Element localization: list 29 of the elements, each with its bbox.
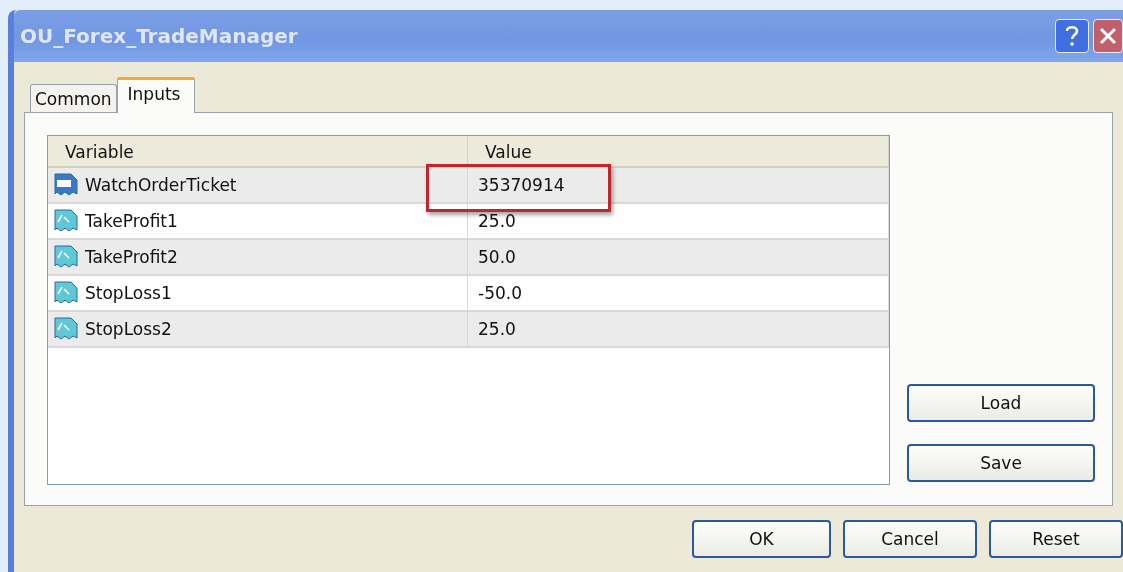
column-header[interactable]: Value bbox=[468, 136, 889, 166]
window-title: OU_Forex_TradeManager bbox=[20, 24, 299, 48]
variable-value: -50.0 bbox=[478, 283, 522, 303]
variable-name: StopLoss2 bbox=[85, 319, 172, 339]
fraction-type-icon bbox=[53, 280, 79, 306]
tab[interactable]: Common bbox=[30, 84, 117, 112]
dialog-button[interactable]: OK bbox=[692, 520, 831, 558]
variable-name: WatchOrderTicket bbox=[85, 175, 237, 195]
fraction-type-icon bbox=[53, 208, 79, 234]
variable-name: TakeProfit1 bbox=[85, 211, 178, 231]
dialog-button[interactable]: Cancel bbox=[843, 520, 977, 558]
variable-value: 25.0 bbox=[478, 319, 516, 339]
variable-name: StopLoss1 bbox=[85, 283, 172, 303]
variable-value: 50.0 bbox=[478, 247, 516, 267]
help-icon bbox=[1064, 25, 1080, 47]
side-button[interactable]: Save bbox=[907, 444, 1095, 482]
dialog-button[interactable]: Reset bbox=[989, 520, 1123, 558]
fraction-type-icon bbox=[53, 316, 79, 342]
variable-name: TakeProfit2 bbox=[85, 247, 178, 267]
tab[interactable]: Inputs bbox=[116, 77, 196, 113]
fraction-type-icon bbox=[53, 244, 79, 270]
close-button[interactable] bbox=[1093, 19, 1123, 53]
close-icon bbox=[1099, 27, 1117, 45]
column-header[interactable]: Variable bbox=[48, 136, 468, 166]
integer-type-icon bbox=[53, 172, 79, 198]
variable-value: 25.0 bbox=[478, 211, 516, 231]
side-button[interactable]: Load bbox=[907, 384, 1095, 422]
variable-value: 35370914 bbox=[478, 175, 565, 195]
help-button[interactable] bbox=[1055, 19, 1089, 53]
